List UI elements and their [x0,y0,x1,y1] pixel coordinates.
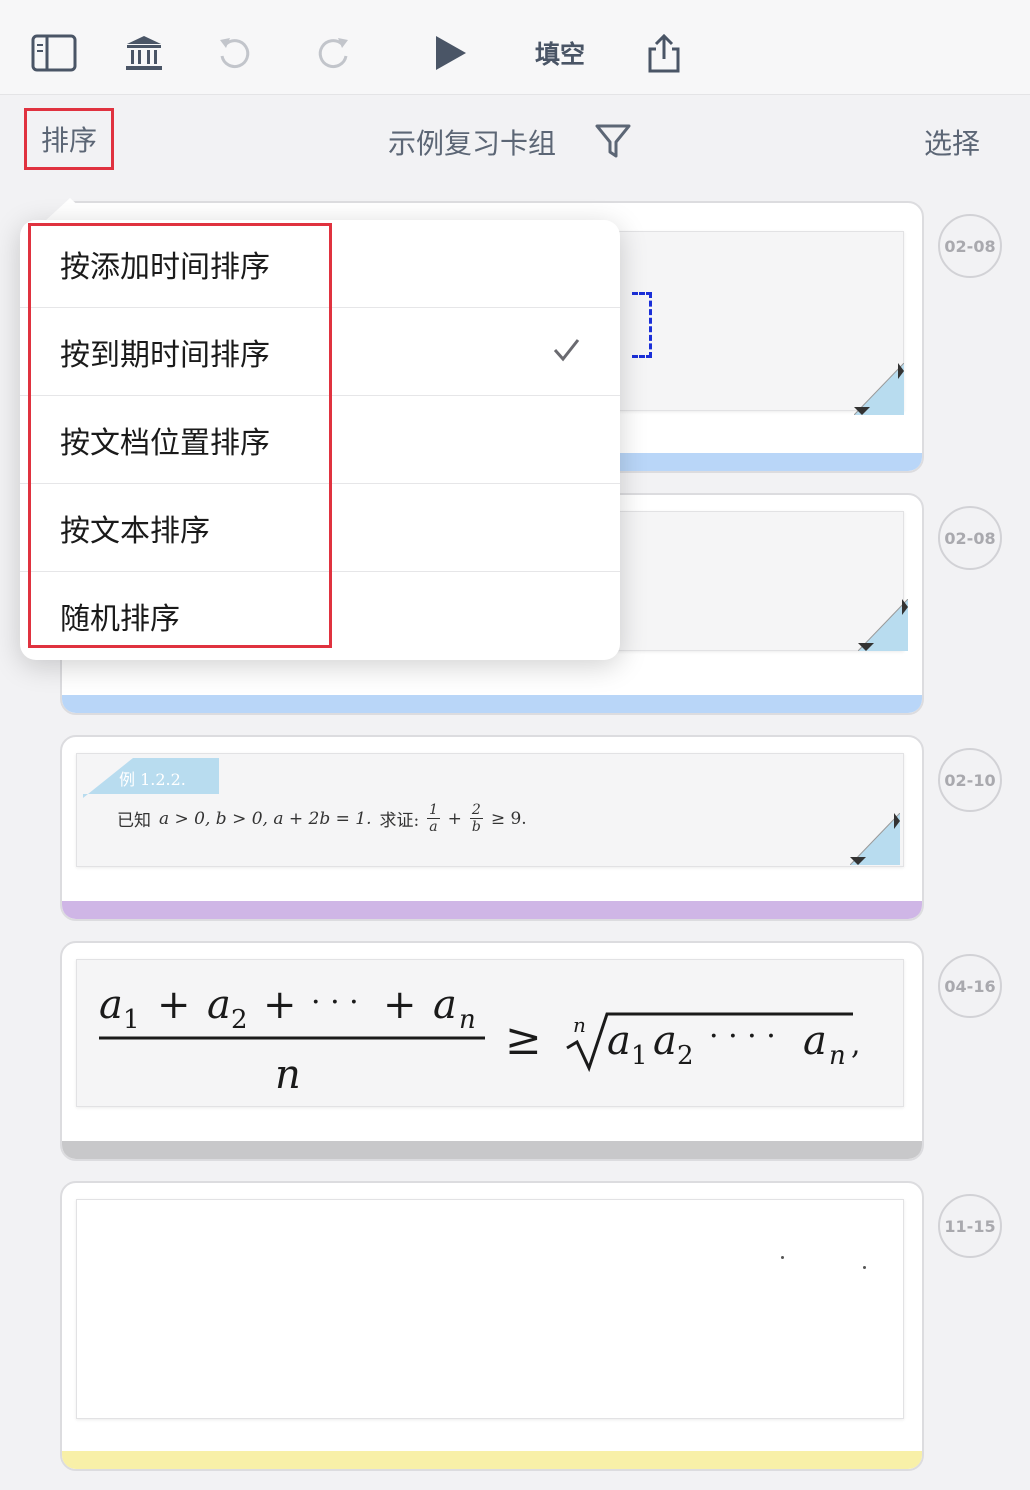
toolbar: 填空 [0,0,1030,95]
svg-text:,: , [851,1027,861,1062]
corner-fold-icon [857,598,909,652]
redo-icon[interactable] [314,28,354,78]
svg-text:a: a [433,982,457,1028]
svg-text:+: + [263,982,297,1028]
svg-text:a: a [99,982,123,1028]
svg-text:· · ·: · · · [311,985,359,1020]
sort-option-added-time[interactable]: 按添加时间排序 [20,220,620,308]
filter-icon[interactable] [594,122,632,164]
svg-text:n: n [459,1005,476,1035]
play-icon[interactable] [428,28,472,78]
svg-text:a: a [607,1018,631,1064]
select-button[interactable]: 选择 [924,122,980,162]
card-content: 例 1.2.2. 已知 a > 0, b > 0, a + 2b = 1. 求证… [76,753,904,867]
svg-text:a: a [803,1018,827,1064]
review-card[interactable] [60,1181,924,1471]
svg-text:· · · ·: · · · · [709,1019,776,1054]
corner-fold-icon [853,362,905,416]
svg-text:n: n [829,1041,846,1071]
mode-button[interactable]: 填空 [522,28,598,78]
sort-button[interactable]: 排序 [24,108,114,170]
corner-fold-icon [849,812,901,866]
svg-text:2: 2 [677,1041,694,1071]
svg-text:+: + [157,982,191,1028]
due-date-badge: 11-15 [938,1194,1002,1258]
sort-option-text[interactable]: 按文本排序 [20,484,620,572]
card-color-bar [62,1141,922,1159]
checkmark-icon [552,336,580,372]
svg-text:n: n [275,1052,301,1098]
due-date-badge: 02-08 [938,214,1002,278]
svg-text:a: a [653,1018,677,1064]
svg-text:2: 2 [231,1005,248,1035]
card-content [76,1199,904,1419]
sort-option-due-time[interactable]: 按到期时间排序 [20,308,620,396]
card-color-bar [62,695,922,713]
card-color-bar [62,901,922,919]
svg-text:≥: ≥ [505,1014,542,1065]
library-icon[interactable] [122,28,166,78]
undo-icon[interactable] [214,28,254,78]
svg-text:a: a [207,982,231,1028]
sidebar-icon[interactable] [28,28,80,78]
due-date-badge: 04-16 [938,954,1002,1018]
card-problem-text: 已知 a > 0, b > 0, a + 2b = 1. 求证: 1a + 2b… [117,802,527,835]
formula-image: a 1 + a 2 + · · · + a n n ≥ n a 1 a 2 · … [99,982,861,1098]
sort-option-doc-position[interactable]: 按文档位置排序 [20,396,620,484]
card-color-bar [62,1451,922,1469]
review-card[interactable]: 例 1.2.2. 已知 a > 0, b > 0, a + 2b = 1. 求证… [60,735,924,921]
example-tag: 例 1.2.2. [119,770,186,789]
share-icon[interactable] [644,28,684,78]
deck-title[interactable]: 示例复习卡组 [388,122,556,162]
due-date-badge: 02-08 [938,506,1002,570]
svg-text:1: 1 [631,1041,648,1071]
sort-option-random[interactable]: 随机排序 [20,572,620,660]
svg-text:+: + [383,982,417,1028]
cloze-box [632,292,652,358]
due-date-badge: 02-10 [938,748,1002,812]
svg-text:1: 1 [123,1005,140,1035]
sort-menu: 按添加时间排序 按到期时间排序 按文档位置排序 按文本排序 随机排序 [20,220,620,660]
card-content: a 1 + a 2 + · · · + a n n ≥ n a 1 a 2 · … [76,959,904,1107]
svg-text:n: n [573,1013,586,1037]
review-card[interactable]: a 1 + a 2 + · · · + a n n ≥ n a 1 a 2 · … [60,941,924,1161]
dropdown-arrow [44,198,96,222]
